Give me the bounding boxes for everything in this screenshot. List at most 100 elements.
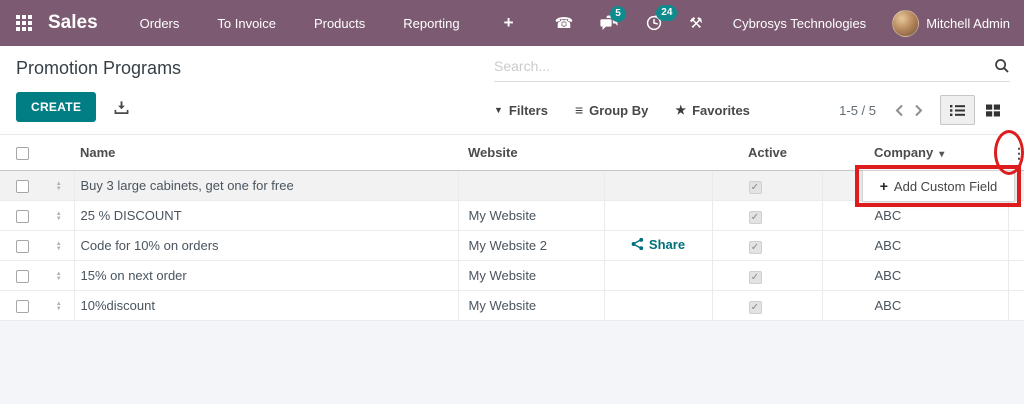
- action-buttons: CREATE: [16, 92, 181, 122]
- sort-caret-icon: ▾: [939, 149, 945, 160]
- app-name[interactable]: Sales: [48, 12, 98, 34]
- activities-badge: 24: [656, 5, 678, 21]
- cell-name[interactable]: 15% on next order: [73, 260, 458, 291]
- filters-button[interactable]: ▼ Filters: [494, 103, 548, 118]
- cell-website[interactable]: My Website: [457, 260, 604, 291]
- share-button[interactable]: Share: [631, 237, 685, 252]
- pager: 1-5 / 5: [839, 95, 1010, 125]
- filter-icon: ▼: [494, 105, 503, 115]
- menu-plus-icon[interactable]: +: [504, 13, 514, 33]
- table-header-row: Name Website Active Company ▾ ⋮: [0, 134, 1024, 171]
- search-facets: ▼ Filters ≡ Group By ★ Favorites: [494, 102, 777, 118]
- group-by-icon: ≡: [574, 102, 584, 118]
- cell-company[interactable]: ABC: [821, 200, 1008, 231]
- control-panel-left: Promotion Programs CREATE: [16, 46, 181, 134]
- drag-handle-icon[interactable]: ▲ ▼: [56, 271, 62, 282]
- table-row[interactable]: ▲ ▼ 15% on next order My Website ✓ ABC: [0, 260, 1024, 291]
- table-row[interactable]: ▲ ▼ Code for 10% on orders My Website 2 S…: [0, 230, 1024, 261]
- page-title: Promotion Programs: [16, 58, 182, 78]
- navbar-left: Sales Orders To Invoice Products Reporti…: [16, 12, 514, 34]
- search-icon: [995, 59, 1009, 73]
- navbar-right: ☎ 5 24 ⚒ Cybrosys Technologies Mitchell …: [529, 5, 1010, 37]
- share-label: Share: [648, 236, 686, 252]
- list-view-button[interactable]: [940, 95, 975, 125]
- cell-website[interactable]: My Website: [457, 290, 604, 321]
- table-row[interactable]: ▲ ▼ 10%discount My Website ✓ ABC: [0, 290, 1024, 321]
- company-switcher[interactable]: Cybrosys Technologies: [733, 16, 866, 31]
- row-select-checkbox[interactable]: [15, 270, 29, 284]
- menu-to-invoice[interactable]: To Invoice: [217, 16, 276, 31]
- group-by-button[interactable]: ≡ Group By: [575, 102, 648, 118]
- main-menu: Orders To Invoice Products Reporting +: [140, 13, 514, 33]
- download-icon: [114, 100, 129, 114]
- optional-columns-button[interactable]: ⋮: [1008, 144, 1024, 162]
- row-select-checkbox[interactable]: [15, 180, 29, 194]
- search-button[interactable]: [994, 58, 1010, 74]
- search-options-row: ▼ Filters ≡ Group By ★ Favorites 1-5 / 5: [494, 95, 1010, 125]
- odoo-window: Sales Orders To Invoice Products Reporti…: [0, 0, 1024, 411]
- drag-handle-icon[interactable]: ▲ ▼: [56, 241, 62, 252]
- cell-website[interactable]: My Website: [457, 200, 604, 231]
- drag-handle-icon[interactable]: ▲ ▼: [56, 211, 62, 222]
- menu-products[interactable]: Products: [314, 16, 365, 31]
- create-button[interactable]: CREATE: [16, 92, 97, 122]
- list-view-icon: [950, 104, 965, 116]
- activities-icon[interactable]: 24: [645, 5, 678, 32]
- kanban-view-button[interactable]: [975, 95, 1010, 125]
- cell-company[interactable]: ABC: [821, 290, 1008, 321]
- control-panel: Promotion Programs CREATE Search... ▼ Fi…: [0, 46, 1024, 134]
- messages-badge: 5: [610, 6, 626, 22]
- user-menu[interactable]: Mitchell Admin: [892, 9, 1010, 37]
- share-icon: [631, 238, 644, 251]
- messages-icon[interactable]: 5: [599, 6, 626, 31]
- pager-range: 1-5 / 5: [839, 102, 876, 118]
- row-select-checkbox[interactable]: [15, 240, 29, 254]
- active-checkbox[interactable]: ✓: [748, 240, 762, 254]
- promotion-programs-table: Name Website Active Company ▾ ⋮ ▲ ▼ Buy 3 …: [0, 134, 1024, 321]
- active-checkbox[interactable]: ✓: [748, 180, 762, 194]
- export-button[interactable]: [114, 100, 129, 115]
- active-checkbox[interactable]: ✓: [748, 210, 762, 224]
- view-switcher: [940, 95, 1010, 125]
- drag-handle-icon[interactable]: ▲ ▼: [56, 301, 62, 312]
- search-input[interactable]: [494, 58, 994, 74]
- user-avatar: [892, 9, 920, 37]
- user-name: Mitchell Admin: [926, 15, 1010, 31]
- menu-reporting[interactable]: Reporting: [403, 16, 459, 31]
- active-checkbox[interactable]: ✓: [748, 300, 762, 314]
- pager-next-button[interactable]: [909, 102, 928, 119]
- kanban-view-icon: [985, 104, 1000, 116]
- cell-company[interactable]: ABC: [821, 230, 1008, 261]
- row-select-checkbox[interactable]: [15, 210, 29, 224]
- drag-handle-icon[interactable]: ▲ ▼: [56, 181, 62, 192]
- select-all-checkbox[interactable]: [15, 147, 29, 161]
- voip-phone-icon[interactable]: ☎: [555, 16, 574, 31]
- cell-website[interactable]: [457, 170, 604, 201]
- cell-name[interactable]: Buy 3 large cabinets, get one for free: [73, 170, 458, 201]
- row-select-checkbox[interactable]: [15, 300, 29, 314]
- column-header-company[interactable]: Company ▾: [822, 134, 1008, 171]
- cell-website[interactable]: My Website 2: [457, 230, 604, 261]
- plus-icon: +: [879, 178, 888, 194]
- debug-tools-icon[interactable]: ⚒: [689, 16, 702, 31]
- cell-name[interactable]: 10%discount: [73, 290, 458, 321]
- cell-company[interactable]: ABC: [821, 260, 1008, 291]
- chevron-right-icon: [915, 104, 923, 116]
- star-icon: ★: [675, 103, 687, 117]
- menu-orders[interactable]: Orders: [140, 16, 180, 31]
- table-row[interactable]: ▲ ▼ 25 % DISCOUNT My Website ✓ ABC: [0, 200, 1024, 231]
- pager-previous-button[interactable]: [890, 102, 909, 119]
- column-header-website[interactable]: Website: [458, 134, 604, 171]
- add-custom-field-menu-item[interactable]: + Add Custom Field: [862, 170, 1015, 202]
- column-header-name[interactable]: Name: [74, 134, 458, 171]
- search-bar: [494, 58, 1010, 82]
- favorites-button[interactable]: ★ Favorites: [675, 103, 750, 118]
- apps-menu-icon[interactable]: [16, 15, 32, 31]
- empty-area: [0, 321, 1024, 407]
- control-panel-right: ▼ Filters ≡ Group By ★ Favorites 1-5 / 5: [494, 46, 1010, 134]
- cell-name[interactable]: Code for 10% on orders: [73, 230, 458, 261]
- active-checkbox[interactable]: ✓: [748, 270, 762, 284]
- chevron-left-icon: [895, 104, 903, 116]
- cell-name[interactable]: 25 % DISCOUNT: [73, 200, 458, 231]
- column-header-active[interactable]: Active: [712, 134, 822, 171]
